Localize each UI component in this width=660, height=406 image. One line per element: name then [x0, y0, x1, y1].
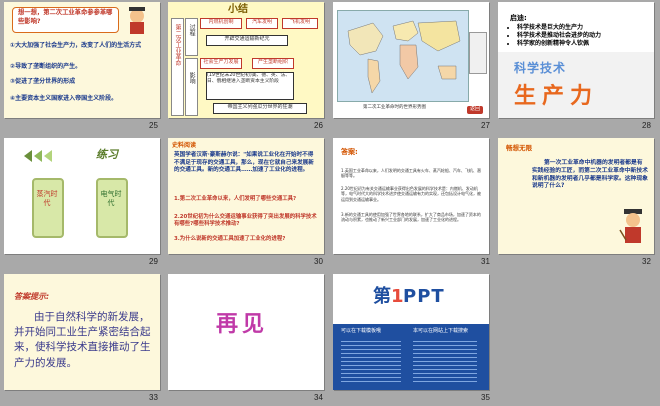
map-legend: [469, 32, 487, 74]
link-list: [413, 338, 477, 382]
list-item: ②导致了垄断组织的产生。: [10, 63, 82, 70]
answer-paragraph: 3.新的交通工具的使用加强了世界各地的联系，扩大了商品市场，加速了资本的流动与积…: [341, 212, 481, 223]
quote-text: 英国学者汉斯·豪斯赫尔说："如果说工业化在开始时不得不满足于现存的交通工具，那么…: [174, 152, 314, 174]
ppt-logo: 第 1 PPT: [333, 288, 489, 312]
slide-thumbnail-27[interactable]: 第二次工业革命时的世界形势图 返回: [333, 2, 489, 118]
slide-number: 30: [314, 257, 323, 266]
list-item: ③促进了垄分世界的形成: [10, 78, 76, 85]
section-label: 答案提示:: [14, 292, 50, 301]
option-card-label: 蒸汽时代: [36, 190, 58, 208]
bullet-list: 科学技术是巨大的生产力 科学技术是推动社会进步的动力 科学家的创新精神令人钦佩: [508, 24, 654, 48]
slide-number: 32: [642, 257, 651, 266]
goodbye-text: 再见: [216, 312, 269, 337]
slide-number: 29: [149, 257, 158, 266]
slide-number: 35: [481, 393, 490, 402]
section-label: 答案:: [341, 148, 358, 156]
side-label-text: 第二次工业革命: [174, 24, 181, 66]
slide-thumbnail-28[interactable]: 启迪: 科学技术是巨大的生产力 科学技术是推动社会进步的动力 科学家的创新精神令…: [498, 2, 654, 118]
panel-heading: 本可以在网站上下载搜索: [413, 328, 469, 334]
logo-part: 1: [391, 286, 404, 307]
logo-part: PPT: [403, 286, 445, 307]
logo-part: 第: [373, 286, 391, 307]
slide-number: 26: [314, 121, 323, 130]
list-item: ④主要资本主义国家进入帝国主义阶段。: [10, 95, 118, 102]
flow-box: 帝国主义列强瓜分世界的狂潮: [213, 103, 307, 114]
flow-box: 开辟交通运输新纪元: [206, 35, 288, 46]
question-item: 2.20世纪初为什么交通运输事业获得了突出发展的科学技术有哪些?哪些科学技术推动…: [174, 214, 317, 228]
slide-thumbnail-34[interactable]: 再见: [168, 274, 324, 390]
slide-number: 28: [642, 121, 651, 130]
process-label-text: 过程: [188, 24, 196, 36]
flow-box: 社会生产力发展: [200, 58, 242, 69]
section-label: 史料阅读: [172, 142, 197, 149]
list-item: ①大大加强了社会生产力，改变了人们的生活方式: [10, 42, 142, 49]
list-item: 科学技术是推动社会进步的动力: [517, 32, 654, 40]
panel-heading: 可以在下载模板哦: [341, 328, 382, 334]
flow-box: 汽车发明: [246, 18, 278, 29]
map-caption: 第二次工业革命时的世界形势图: [363, 105, 426, 110]
body-text: 第一次工业革命中机器的发明者都是有实践经验的工匠，而第二次工业革命中新技术和新机…: [532, 160, 648, 190]
question-item: 3.为什么说新的交通工具加速了工业化的进程?: [174, 236, 286, 242]
answer-paragraph: 2.20世纪初为有关交通运输事业获得出色发展的科学技术是：内燃机、发动机等，电气…: [341, 186, 481, 202]
slide-heading: 练习: [96, 148, 118, 161]
scholar-figure: [618, 206, 648, 246]
slide-thumbnail-30[interactable]: 史料阅读 英国学者汉斯·豪斯赫尔说："如果说工业化在开始时不得不满足于现存的交通…: [168, 138, 324, 254]
back-button[interactable]: 返回: [467, 106, 483, 114]
list-item: 科学技术是巨大的生产力: [517, 24, 654, 32]
slide-number: 27: [481, 121, 490, 130]
world-map: [337, 10, 469, 102]
impact-label: [185, 58, 198, 116]
slide-thumbnail-25[interactable]: 想一想，第二次工业革命参参革哪些影响? ①大大加强了社会生产力，改变了人们的生活…: [4, 2, 160, 118]
option-card-label: 电气时代: [100, 190, 122, 208]
list-item: 科学家的创新精神令人钦佩: [517, 40, 654, 48]
body-text: 由于自然科学的新发展，并开始同工业生产紧密结合起来，使科学技术直接推动了生产力的…: [14, 311, 151, 369]
question-item: 1.第二次工业革命以来，人们发明了哪些交通工具?: [174, 196, 297, 202]
flow-box: 内燃机创制: [200, 18, 242, 29]
section-label: 畅想无限: [506, 144, 532, 152]
slide-heading: 小结: [228, 4, 248, 15]
productivity-word: 生产力: [514, 84, 599, 109]
slide-number: 33: [149, 393, 158, 402]
slide-thumbnail-33[interactable]: 答案提示: 由于自然科学的新发展，并开始同工业生产紧密结合起来，使科学技术直接推…: [4, 274, 160, 390]
impact-label-text: 影响: [188, 72, 196, 84]
flow-box: 产生垄断组织: [252, 58, 294, 69]
flow-box: (19世纪末20世纪初)美、德、英、法、日、俄相继进入垄断资本主义阶段: [206, 72, 294, 100]
slide-thumbnail-26[interactable]: 小结 第二次工业革命 过程 影响 内燃机创制 汽车发明 飞机发明 开辟交通运输新…: [168, 2, 324, 118]
flow-box: 飞机发明: [282, 18, 318, 29]
slide-thumbnail-32[interactable]: 畅想无限 第一次工业革命中机器的发明者都是有实践经验的工匠，而第二次工业革命中新…: [498, 138, 654, 254]
link-list: [341, 338, 401, 382]
slide-thumbnail-31[interactable]: 答案: 1.英国工业革命以来，人们发明的交通工具有火车、蒸汽轮船、汽车、飞机、潜…: [333, 138, 489, 254]
slide-number: 31: [481, 257, 490, 266]
slide-title: 想一想，第二次工业革命参参革哪些影响?: [18, 9, 113, 25]
slide-number: 34: [314, 393, 323, 402]
scholar-figure: [122, 4, 152, 36]
slide-thumbnail-35[interactable]: 第 1 PPT 可以在下载模板哦 本可以在网站上下载搜索: [333, 274, 489, 390]
slide-number: 25: [149, 121, 158, 130]
slide-title: 启迪:: [510, 14, 527, 22]
exercise-header: [22, 146, 82, 166]
science-tech-word: 科学技术: [514, 61, 567, 75]
answer-paragraph: 1.英国工业革命以来，人们发明的交通工具有火车、蒸汽轮船、汽车、飞机、潜艇等等。: [341, 168, 481, 179]
slide-thumbnail-29[interactable]: 练习 蒸汽时代 电气时代: [4, 138, 160, 254]
